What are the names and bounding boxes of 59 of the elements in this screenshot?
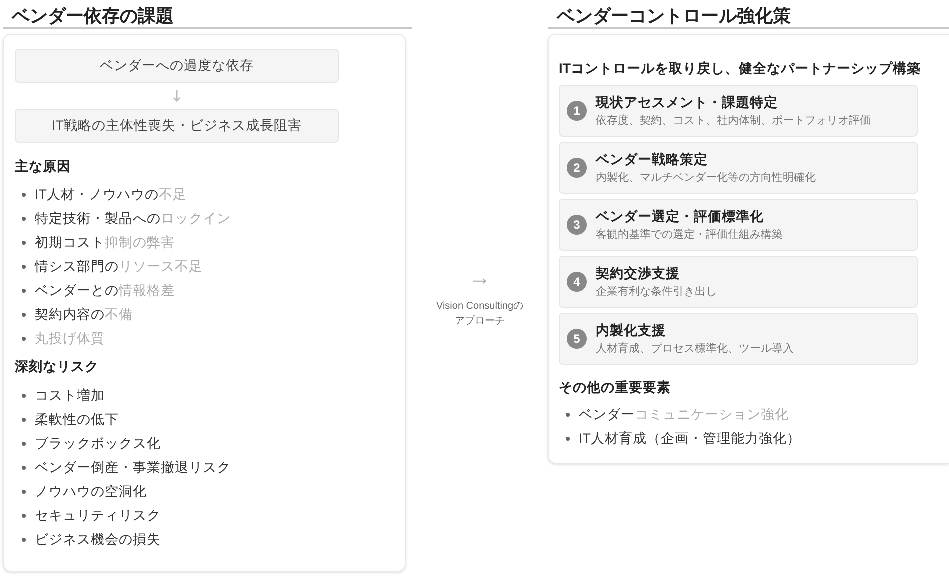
step-number: 2 (567, 158, 587, 178)
step-description: 客観的基準での選定・評価仕組み構築 (596, 228, 783, 244)
bullet-icon (566, 436, 570, 440)
section-heading: 深刻なリスク (15, 358, 100, 376)
step-number: 1 (567, 101, 587, 122)
section-title: ベンダー依存の課題 (3, 0, 412, 29)
list-item: 丸投げ体質 (35, 330, 105, 348)
list-item: セキュリティリスク (35, 506, 161, 524)
bullet-icon (22, 394, 26, 398)
list-item: ベンダーとの情報格差 (35, 282, 175, 300)
approach-caption: Vision Consultingの (436, 300, 524, 314)
bullet-icon (22, 490, 26, 494)
step-description: 企業有利な条件引き出し (596, 285, 717, 300)
step-number: 3 (567, 215, 587, 236)
section-heading: ITコントロールを取り戻し、健全なパートナーシップ構築 (559, 60, 922, 78)
list-item: ベンダー倒産・事業撤退リスク (35, 458, 231, 476)
list-item: IT人材育成（企画・管理能力強化） (579, 430, 801, 448)
approach-caption: アプローチ (455, 314, 505, 328)
list-item: 情シス部門の リソース不足 (35, 258, 203, 276)
section-heading: その他の重要要素 (559, 379, 672, 398)
bullet-icon (22, 337, 26, 342)
list-item: 特定技術・製品への ロックイン (35, 210, 231, 228)
step-description: 内製化、マルチベンダー化等の方向性明確化 (596, 170, 816, 186)
list-item: 初期コスト 抑制の弊害 (35, 234, 175, 252)
step-title: 契約交渉支援 (596, 265, 681, 284)
bullet-icon (22, 538, 26, 542)
step-title: 現状アセスメント・課題特定 (596, 94, 779, 112)
flow-box: ベンダーへの過度な依存 (15, 49, 339, 83)
bullet-icon (22, 442, 26, 446)
bullet-icon (22, 217, 26, 222)
bullet-icon (22, 241, 26, 246)
step-title: ベンダー選定・評価標準化 (596, 208, 765, 226)
list-item: ノウハウの空洞化 (35, 482, 147, 500)
down-arrow-icon (173, 90, 181, 102)
list-item: IT人材・ノウハウの不足 (35, 186, 187, 204)
section-title: ベンダーコントロール強化策 (548, 0, 949, 29)
bullet-icon (22, 418, 26, 422)
bullet-icon (22, 193, 26, 198)
bullet-icon (22, 466, 26, 470)
step-title: ベンダー戦略策定 (596, 151, 709, 170)
list-item: ブラックボックス化 (35, 434, 161, 452)
list-item: ビジネス機会の損失 (35, 530, 161, 548)
step-title: 内製化支援 (596, 322, 667, 340)
list-item: ベンダー コミュニケーション強化 (579, 406, 789, 424)
arrow-glyph: → (469, 266, 491, 288)
step-number: 5 (567, 329, 587, 350)
section-heading: 主な原因 (15, 158, 72, 176)
flow-box: IT戦略の主体性喪失・ビジネス成長阻害 (15, 109, 339, 143)
list-item: コスト増加 (35, 386, 105, 404)
step-description: 人材育成、プロセス標準化、ツール導入 (596, 342, 794, 358)
list-item: 契約内容の不備 (35, 306, 133, 324)
step-description: 依存度、契約、コスト、社内体制、ポートフォリオ評価 (596, 114, 871, 130)
bullet-icon (22, 313, 26, 318)
bullet-icon (22, 265, 26, 270)
step-number: 4 (567, 272, 587, 292)
list-item: 柔軟性の低下 (35, 410, 119, 428)
bullet-icon (22, 289, 26, 294)
bullet-icon (22, 514, 26, 518)
bullet-icon (566, 412, 570, 416)
